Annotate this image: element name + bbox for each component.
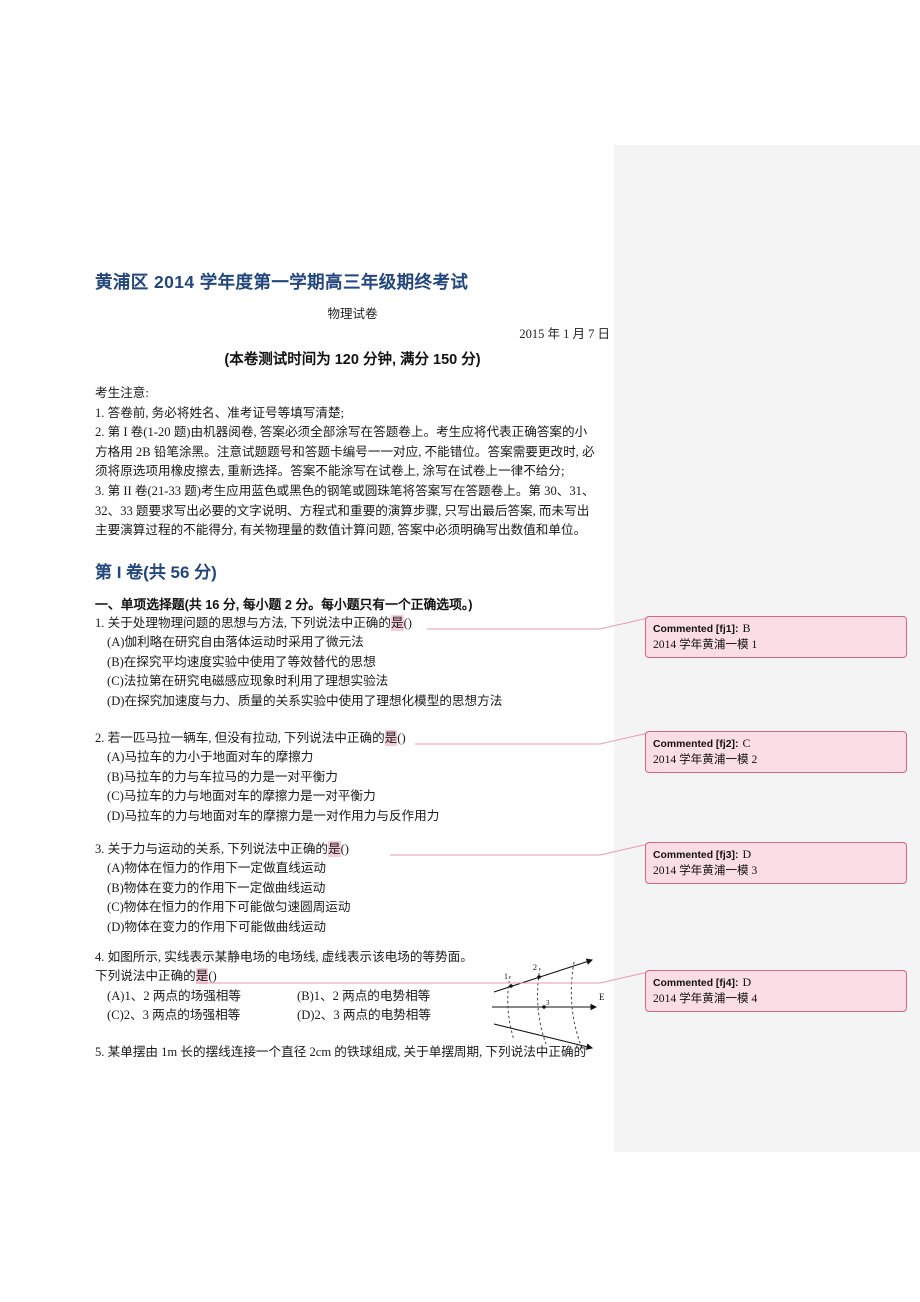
point-2-dot xyxy=(537,975,541,979)
notice-line: 2. 第 I 卷(1-20 题)由机器阅卷, 答案必须全部涂写在答题卷上。考生应… xyxy=(95,425,588,440)
comment-value: D xyxy=(742,847,752,861)
notice-line: 3. 第 II 卷(21-33 题)考生应用蓝色或黑色的钢笔或圆珠笔将答案写在答… xyxy=(95,483,595,498)
candidate-notice: 考生注意: 1. 答卷前, 务必将姓名、准考证号等填写清楚; 2. 第 I 卷(… xyxy=(95,384,609,541)
notice-line: 1. 答卷前, 务必将姓名、准考证号等填写清楚; xyxy=(95,405,345,420)
question-stem-text: 关于力与运动的关系, 下列说法中正确的 xyxy=(107,842,328,856)
question-stem-text: 某单摆由 1m 长的摆线连接一个直径 2cm 的铁球组成, 关于单摆周期, 下列… xyxy=(107,1045,587,1059)
question-stem-text: 如图所示, 实线表示某静电场的电场线, 虚线表示该电场的等势面。 xyxy=(107,950,473,964)
question-stem-line2: 下列说法中正确的是() xyxy=(95,967,495,986)
option-a: (A)1、2 两点的场强相等 xyxy=(107,988,241,1003)
question-5: 5. 某单摆由 1m 长的摆线连接一个直径 2cm 的铁球组成, 关于单摆周期,… xyxy=(95,1043,620,1062)
option-b: (B)马拉车的力与车拉马的力是一对平衡力 xyxy=(107,769,338,784)
comment-label-text: Commented [fj1]: xyxy=(653,624,739,635)
option-d: (D)在探究加速度与力、质量的关系实验中使用了理想化模型的思想方法 xyxy=(107,693,503,708)
question-number: 2. xyxy=(95,731,105,745)
comment-box-fj1[interactable]: Commented [fj1]: B 2014 学年黄浦一模 1 xyxy=(645,616,907,658)
question-stem: 5. 某单摆由 1m 长的摆线连接一个直径 2cm 的铁球组成, 关于单摆周期,… xyxy=(95,1043,620,1062)
question-stem-tail: () xyxy=(403,616,412,630)
question-stem: 1. 关于处理物理问题的思想与方法, 下列说法中正确的是() xyxy=(95,614,610,633)
question-stem: 4. 如图所示, 实线表示某静电场的电场线, 虚线表示该电场的等势面。 xyxy=(95,948,495,967)
electric-field-diagram: 1 2 3 E xyxy=(488,952,616,1054)
point-1-label: 1 xyxy=(504,972,508,981)
option-d: (D)2、3 两点的电势相等 xyxy=(297,1008,431,1023)
option-d: (D)马拉车的力与地面对车的摩擦力是一对作用力与反作用力 xyxy=(107,808,440,823)
question-stem-text: 若一匹马拉一辆车, 但没有拉动, 下列说法中正确的 xyxy=(107,731,385,745)
notice-heading: 考生注意: xyxy=(95,386,149,400)
notice-line: 32、33 题要求写出必要的文字说明、方程式和重要的演算步骤, 只写出最后答案,… xyxy=(95,503,590,518)
comment-label: Commented [fj4]: D xyxy=(653,975,899,991)
comment-box-fj2[interactable]: Commented [fj2]: C 2014 学年黄浦一模 2 xyxy=(645,731,907,773)
question-2: 2. 若一匹马拉一辆车, 但没有拉动, 下列说法中正确的是() (A)马拉车的力… xyxy=(95,729,610,826)
question-number: 4. xyxy=(95,950,105,964)
question-stem-text-2: 下列说法中正确的 xyxy=(95,969,196,984)
part-one-title: 第 I 卷(共 56 分) xyxy=(95,563,217,582)
notice-line: 主要演算过程的不能得分, 有关物理量的数值计算问题, 答案中必须明确写出数值和单… xyxy=(95,523,587,538)
comment-value: D xyxy=(742,975,752,989)
comment-body: 2014 学年黄浦一模 1 xyxy=(653,638,758,651)
question-1: 1. 关于处理物理问题的思想与方法, 下列说法中正确的是() (A)伽利略在研究… xyxy=(95,614,610,711)
equipotential-3 xyxy=(570,961,583,1049)
point-1-dot xyxy=(509,984,513,988)
question-3: 3. 关于力与运动的关系, 下列说法中正确的是() (A)物体在恒力的作用下一定… xyxy=(95,840,610,937)
question-number: 5. xyxy=(95,1045,105,1059)
question-number: 1. xyxy=(95,616,105,630)
comment-value: C xyxy=(742,736,751,750)
question-stem-tail: () xyxy=(340,842,349,856)
option-a: (A)伽利略在研究自由落体运动时采用了微元法 xyxy=(107,635,364,650)
highlighted-text: 是 xyxy=(328,841,341,857)
question-number: 3. xyxy=(95,842,105,856)
option-a: (A)马拉车的力小于地面对车的摩擦力 xyxy=(107,750,314,765)
option-b: (B)1、2 两点的电势相等 xyxy=(297,988,431,1003)
option-b: (B)在探究平均速度实验中使用了等效替代的思想 xyxy=(107,654,376,669)
comment-body: 2014 学年黄浦一模 4 xyxy=(653,992,758,1005)
question-stem-tail: () xyxy=(397,731,406,745)
notice-line: 方格用 2B 铅笔涂黑。注意试题题号和答题卡编号一一对应, 不能错位。答案需要更… xyxy=(95,444,595,459)
question-stem-tail: () xyxy=(208,969,217,984)
page-title: 黄浦区 2014 学年度第一学期高三年级期终考试 xyxy=(95,272,469,292)
comment-box-fj4[interactable]: Commented [fj4]: D 2014 学年黄浦一模 4 xyxy=(645,970,907,1012)
comment-body: 2014 学年黄浦一模 3 xyxy=(653,864,758,877)
comment-label: Commented [fj1]: B xyxy=(653,621,899,637)
comment-value: B xyxy=(742,621,751,635)
option-c: (C)物体在恒力的作用下可能做匀速圆周运动 xyxy=(107,900,351,915)
option-d: (D)物体在变力的作用下可能做曲线运动 xyxy=(107,919,326,934)
section-title-single-choice: 一、单项选择题(共 16 分, 每小题 2 分。每小题只有一个正确选项。) xyxy=(95,597,473,612)
document-subject: 物理试卷 xyxy=(327,307,378,321)
comment-label-text: Commented [fj3]: xyxy=(653,850,739,861)
comment-label-text: Commented [fj4]: xyxy=(653,978,739,989)
notice-line: 须将原选项用橡皮擦去, 重新选择。答案不能涂写在试卷上, 涂写在试卷上一律不给分… xyxy=(95,464,565,479)
question-stem-text: 关于处理物理问题的思想与方法, 下列说法中正确的 xyxy=(107,616,391,630)
exam-date: 2015 年 1 月 7 日 xyxy=(519,327,610,341)
question-4: 4. 如图所示, 实线表示某静电场的电场线, 虚线表示该电场的等势面。 下列说法… xyxy=(95,948,495,1026)
comment-label: Commented [fj2]: C xyxy=(653,736,899,752)
option-row-cd: (C)2、3 两点的场强相等 (D)2、3 两点的电势相等 xyxy=(95,1006,495,1025)
field-label-E: E xyxy=(599,992,605,1002)
question-stem: 2. 若一匹马拉一辆车, 但没有拉动, 下列说法中正确的是() xyxy=(95,729,610,748)
option-c: (C)2、3 两点的场强相等 xyxy=(107,1008,241,1023)
exam-duration-note: (本卷测试时间为 120 分钟, 满分 150 分) xyxy=(224,352,481,368)
option-row-ab: (A)1、2 两点的场强相等 (B)1、2 两点的电势相等 xyxy=(95,987,495,1006)
highlighted-text: 是 xyxy=(195,968,209,985)
question-stem: 3. 关于力与运动的关系, 下列说法中正确的是() xyxy=(95,840,610,859)
comment-body: 2014 学年黄浦一模 2 xyxy=(653,753,758,766)
comment-label: Commented [fj3]: D xyxy=(653,847,899,863)
highlighted-text: 是 xyxy=(390,615,404,631)
comment-label-text: Commented [fj2]: xyxy=(653,739,739,750)
highlighted-text: 是 xyxy=(384,730,398,746)
option-c: (C)法拉第在研究电磁感应现象时利用了理想实验法 xyxy=(107,674,389,689)
comment-box-fj3[interactable]: Commented [fj3]: D 2014 学年黄浦一模 3 xyxy=(645,842,907,884)
option-b: (B)物体在变力的作用下一定做曲线运动 xyxy=(107,880,326,895)
point-3-label: 3 xyxy=(546,999,550,1007)
option-c: (C)马拉车的力与地面对车的摩擦力是一对平衡力 xyxy=(107,789,376,804)
point-2-label: 2 xyxy=(533,963,537,972)
option-a: (A)物体在恒力的作用下一定做直线运动 xyxy=(107,861,326,876)
